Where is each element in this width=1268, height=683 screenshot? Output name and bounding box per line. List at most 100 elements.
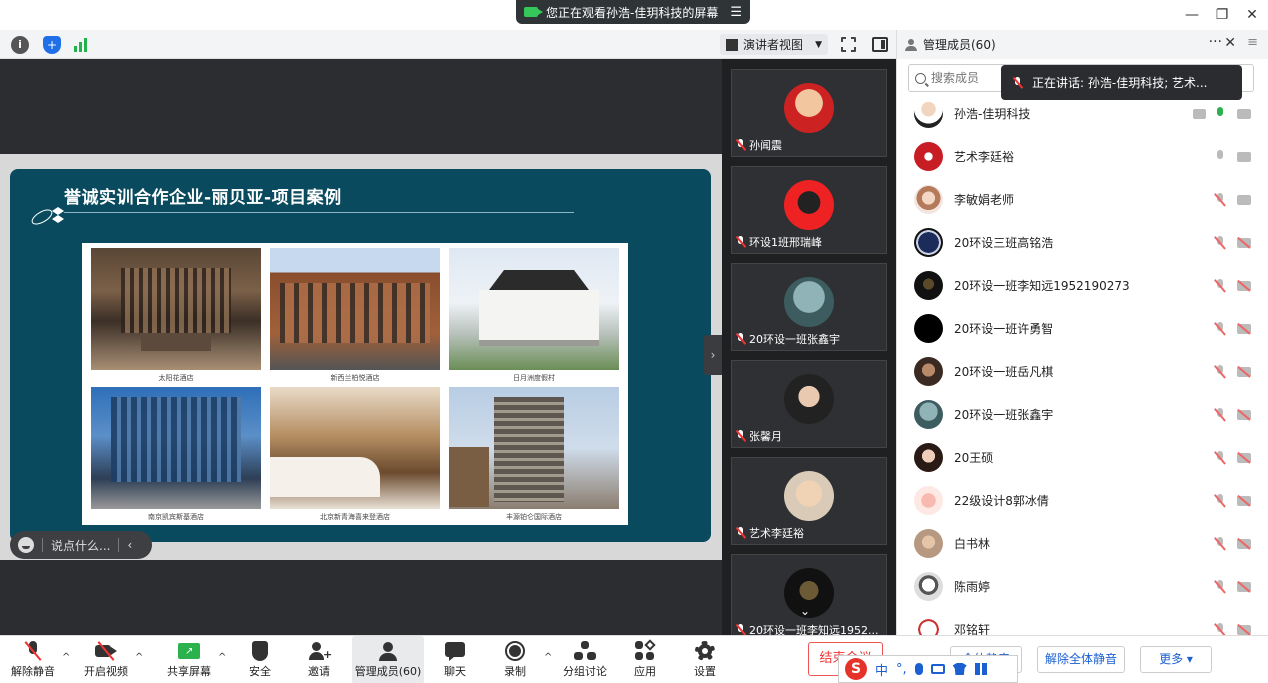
- video-tile[interactable]: 20环设一班张鑫宇: [731, 263, 887, 351]
- close-window-button[interactable]: ✕: [1240, 4, 1264, 26]
- member-row[interactable]: 20环设一班岳凡棋: [897, 350, 1268, 393]
- close-icon[interactable]: ✕: [1224, 35, 1236, 51]
- meeting-toolbar: i + 演讲者视图 ▼: [0, 30, 896, 59]
- breakout-rooms-button[interactable]: 分组讨论: [555, 636, 615, 683]
- chevron-up-icon[interactable]: ^: [218, 652, 226, 663]
- invite-button[interactable]: + 邀请: [289, 636, 349, 683]
- member-row[interactable]: 艺术李廷裕: [897, 135, 1268, 178]
- member-row[interactable]: 20环设一班许勇智: [897, 307, 1268, 350]
- chevron-up-icon[interactable]: ^: [135, 652, 143, 663]
- mic-muted-icon[interactable]: [1215, 364, 1225, 379]
- member-row[interactable]: 陈雨婷: [897, 565, 1268, 608]
- camera-off-icon[interactable]: [1237, 323, 1251, 334]
- video-tile[interactable]: 张馨月: [731, 360, 887, 448]
- mic-icon[interactable]: [914, 663, 923, 675]
- camera-off-icon[interactable]: [1237, 280, 1251, 291]
- camera-off-icon[interactable]: [1237, 366, 1251, 377]
- more-options-button[interactable]: 更多 ▾: [1140, 646, 1212, 673]
- mic-icon[interactable]: [1215, 149, 1225, 164]
- video-tile[interactable]: 孙闻震: [731, 69, 887, 157]
- mic-muted-icon[interactable]: [1215, 493, 1225, 508]
- camera-off-icon: [95, 641, 117, 661]
- mic-muted-icon[interactable]: [1215, 579, 1225, 594]
- emoji-icon[interactable]: [18, 537, 34, 553]
- ime-punctuation-toggle[interactable]: °,: [896, 662, 907, 677]
- mic-icon[interactable]: [1215, 106, 1225, 121]
- participant-name: 孙闻震: [749, 139, 782, 152]
- unmute-all-button[interactable]: 解除全体静音: [1037, 646, 1125, 673]
- camera-off-icon[interactable]: [1237, 495, 1251, 506]
- camera-off-icon[interactable]: [1237, 624, 1251, 635]
- share-screen-button[interactable]: ↗ 共享屏幕: [158, 636, 220, 683]
- member-row[interactable]: 白书林: [897, 522, 1268, 565]
- camera-off-icon[interactable]: [1237, 409, 1251, 420]
- member-row[interactable]: 20环设一班张鑫宇: [897, 393, 1268, 436]
- mic-muted-icon[interactable]: [1215, 235, 1225, 250]
- mic-muted-icon[interactable]: [1215, 536, 1225, 551]
- chevron-up-icon[interactable]: ^: [544, 652, 552, 663]
- member-row[interactable]: 20王硕: [897, 436, 1268, 479]
- mic-muted-icon[interactable]: [1215, 407, 1225, 422]
- settings-button[interactable]: 设置: [675, 636, 735, 683]
- chevron-down-icon[interactable]: ⌄: [800, 604, 810, 618]
- screen-share-icon[interactable]: [1193, 108, 1206, 119]
- mic-muted-icon[interactable]: [1215, 450, 1225, 465]
- chat-placeholder[interactable]: 说点什么...: [51, 537, 110, 554]
- video-tile[interactable]: 20环设一班李知远1952...: [731, 554, 887, 642]
- chevron-up-icon[interactable]: ^: [62, 652, 70, 663]
- camera-icon[interactable]: [1237, 151, 1251, 162]
- chevron-left-icon[interactable]: ‹: [127, 538, 132, 552]
- member-row[interactable]: 22级设计8郭冰倩: [897, 479, 1268, 522]
- keyboard-icon[interactable]: [930, 664, 945, 674]
- photo-caption: 北京新青海喜来登酒店: [320, 513, 390, 521]
- member-name: 20环设一班张鑫宇: [954, 408, 1054, 422]
- shield-icon[interactable]: +: [43, 36, 61, 54]
- mic-muted-icon[interactable]: [1215, 278, 1225, 293]
- ime-logo-icon[interactable]: S: [845, 658, 867, 680]
- camera-icon[interactable]: [1237, 194, 1251, 205]
- member-row[interactable]: 20环设三班高铭浩: [897, 221, 1268, 264]
- avatar: [784, 83, 834, 133]
- camera-off-icon[interactable]: [1237, 581, 1251, 592]
- member-row[interactable]: 邓铭轩: [897, 608, 1268, 635]
- toolbox-icon[interactable]: [974, 663, 987, 675]
- view-mode-button[interactable]: 演讲者视图 ▼: [720, 34, 828, 55]
- menu-icon[interactable]: ☰: [730, 5, 742, 20]
- camera-off-icon[interactable]: [1237, 237, 1251, 248]
- member-name: 20王硕: [954, 451, 994, 465]
- unmute-button[interactable]: 解除静音: [3, 636, 63, 683]
- share-banner-text: 您正在观看孙浩-佳玥科技的屏幕: [546, 5, 719, 20]
- member-row[interactable]: 20环设一班李知远1952190273: [897, 264, 1268, 307]
- avatar: [914, 486, 943, 515]
- menu-icon[interactable]: ≡: [1247, 35, 1258, 50]
- input-method-bar[interactable]: S 中 °,: [838, 655, 1018, 683]
- quick-chat-bar[interactable]: 说点什么... ‹: [10, 531, 152, 559]
- manage-members-button[interactable]: 管理成员(60): [352, 636, 424, 683]
- mic-muted-icon[interactable]: [1215, 321, 1225, 336]
- minimize-button[interactable]: —: [1180, 4, 1204, 26]
- more-icon[interactable]: ···: [1209, 34, 1222, 50]
- skin-icon[interactable]: [952, 663, 967, 675]
- video-tile[interactable]: 环设1班邢瑞峰: [731, 166, 887, 254]
- sidebar-toggle-icon[interactable]: [872, 37, 888, 52]
- mic-muted-icon[interactable]: [1215, 192, 1225, 207]
- signal-icon[interactable]: [73, 36, 91, 54]
- restore-button[interactable]: ❐: [1210, 4, 1234, 26]
- camera-off-icon[interactable]: [1237, 452, 1251, 463]
- screen-share-banner[interactable]: 您正在观看孙浩-佳玥科技的屏幕 ☰: [516, 0, 750, 24]
- mic-muted-icon[interactable]: [1215, 622, 1225, 636]
- fullscreen-icon[interactable]: [840, 36, 857, 53]
- start-video-button[interactable]: 开启视频: [76, 636, 136, 683]
- chat-button[interactable]: 聊天: [425, 636, 485, 683]
- camera-off-icon[interactable]: [1237, 538, 1251, 549]
- video-tile[interactable]: 艺术李廷裕: [731, 457, 887, 545]
- ime-language-toggle[interactable]: 中: [875, 660, 888, 679]
- apps-button[interactable]: 应用: [615, 636, 675, 683]
- record-button[interactable]: 录制: [485, 636, 545, 683]
- camera-icon[interactable]: [1237, 108, 1251, 119]
- member-row[interactable]: 李敏娟老师: [897, 178, 1268, 221]
- info-icon[interactable]: i: [11, 36, 29, 54]
- collapse-strip-handle[interactable]: ›: [704, 335, 722, 375]
- gear-icon: [694, 641, 716, 661]
- security-button[interactable]: 安全: [230, 636, 290, 683]
